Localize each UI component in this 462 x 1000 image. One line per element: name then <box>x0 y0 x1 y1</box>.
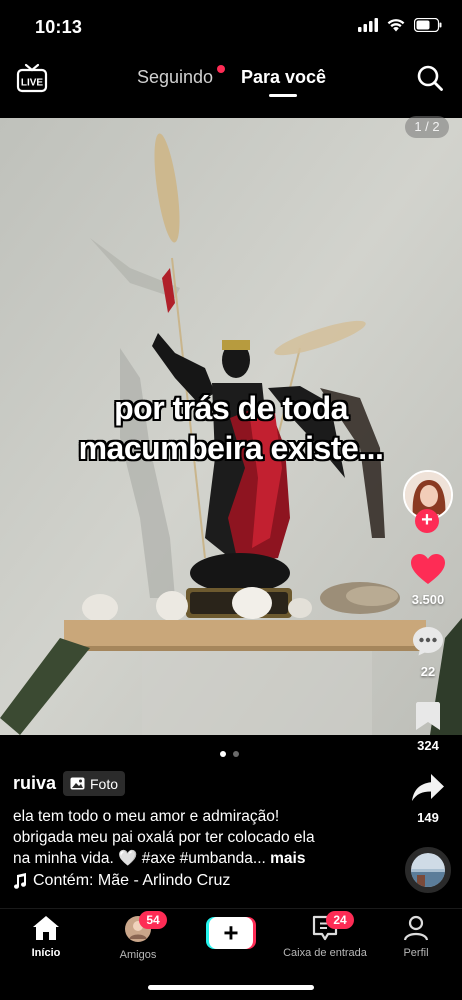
nav-friends[interactable]: 54 Amigos <box>108 911 168 961</box>
music-info[interactable]: Contém: Mãe - Arlindo Cruz <box>13 872 230 890</box>
nav-home[interactable]: Início <box>20 915 72 959</box>
signal-icon <box>358 18 378 32</box>
create-button[interactable]: + <box>206 917 256 949</box>
overlay-text-line-1: por trás de toda <box>114 390 348 426</box>
home-icon <box>33 916 59 940</box>
live-icon[interactable]: LIVE <box>16 63 48 93</box>
status-time: 10:13 <box>35 17 83 37</box>
music-disc[interactable] <box>405 847 451 893</box>
save-count: 324 <box>417 738 439 753</box>
nav-inbox-label: Caixa de entrada <box>283 947 367 959</box>
slide-dot <box>233 751 239 757</box>
music-title: Contém: Mãe - Arlindo Cruz <box>33 872 231 889</box>
creator-username[interactable]: ruiva <box>13 773 56 794</box>
svg-text:+: + <box>223 918 238 948</box>
page-counter: 1 / 2 <box>405 116 449 138</box>
post-caption[interactable]: ela tem todo o meu amor e admiração! obr… <box>13 806 383 869</box>
like-button[interactable]: 3.500 <box>398 553 458 607</box>
caption-line-3-text: na minha vida. 🤍 #axe #umbanda... <box>13 850 266 867</box>
caption-more-link[interactable]: mais <box>270 850 305 867</box>
comment-count: 22 <box>420 664 436 679</box>
share-button[interactable]: 149 <box>398 773 458 825</box>
like-count: 3.500 <box>411 592 445 607</box>
caption-line-1: ela tem todo o meu amor e admiração! <box>13 808 280 825</box>
slide-indicator <box>220 751 239 757</box>
friends-badge: 54 <box>139 911 167 929</box>
caption-line-3: na minha vida. 🤍 #axe #umbanda... mais <box>13 848 383 869</box>
top-nav: LIVE Seguindo Para você <box>0 56 462 102</box>
music-disc-image <box>411 853 445 887</box>
photo-icon <box>70 777 85 790</box>
overlay-text-line-2: macumbeira existe... <box>78 430 384 466</box>
home-indicator <box>148 985 314 990</box>
share-icon <box>412 774 444 801</box>
nav-home-label: Início <box>31 947 61 959</box>
svg-text:LIVE: LIVE <box>21 78 44 89</box>
music-note-icon <box>14 873 27 889</box>
share-count: 149 <box>417 810 439 825</box>
comment-button[interactable]: 22 <box>398 625 458 679</box>
profile-icon <box>403 915 429 941</box>
nav-profile[interactable]: Perfil <box>392 915 440 959</box>
photo-badge-label: Foto <box>90 775 119 792</box>
heart-icon <box>411 554 445 584</box>
comment-icon <box>413 627 443 656</box>
follow-button[interactable]: + <box>415 509 439 533</box>
overlay-text: por trás de toda macumbeira existe... <box>40 388 422 468</box>
bookmark-button[interactable]: 324 <box>398 701 458 753</box>
slide-dot-active <box>220 751 226 757</box>
new-content-dot <box>217 65 225 73</box>
active-tab-indicator <box>269 94 297 97</box>
nav-inbox[interactable]: 24 Caixa de entrada <box>270 911 380 959</box>
tab-for-you[interactable]: Para você <box>241 67 326 88</box>
status-bar: 10:13 <box>0 0 462 52</box>
photo-badge: Foto <box>63 771 126 796</box>
nav-profile-label: Perfil <box>403 947 429 959</box>
status-icons <box>358 18 442 32</box>
caption-line-2: obrigada meu pai oxalá por ter colocado … <box>13 829 315 846</box>
search-icon[interactable] <box>416 64 444 92</box>
nav-friends-label: Amigos <box>119 949 157 961</box>
wifi-icon <box>387 19 405 32</box>
battery-icon <box>414 18 442 32</box>
tab-following[interactable]: Seguindo <box>137 67 213 88</box>
bookmark-icon <box>416 702 440 730</box>
inbox-badge: 24 <box>326 911 354 929</box>
